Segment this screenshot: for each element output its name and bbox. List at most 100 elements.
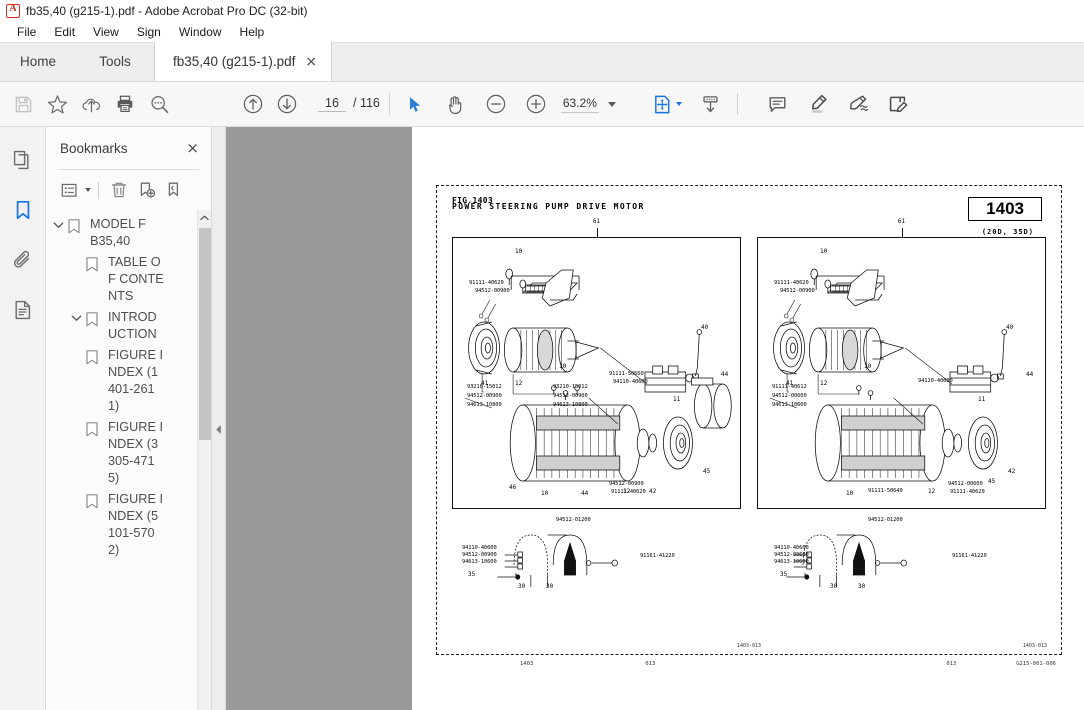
application-body: Bookmarks × MODEL FB35,40 TABLE OF CONTE…	[0, 127, 1084, 710]
part-number: 94110-40600	[613, 379, 648, 385]
menu-file[interactable]: File	[8, 23, 45, 41]
edit-bookmark-icon	[168, 182, 179, 197]
bookmark-icon	[68, 216, 90, 234]
highlight-button[interactable]	[801, 87, 835, 121]
part-number: 94613-10600	[774, 559, 809, 565]
page-footer-fig: 1403	[520, 661, 534, 667]
find-button[interactable]	[142, 87, 176, 121]
nav-attachments[interactable]	[6, 243, 40, 277]
bookmark-delete-button[interactable]	[106, 177, 132, 203]
bookmark-item-model[interactable]: MODEL FB35,40	[46, 214, 211, 252]
comment-button[interactable]	[761, 87, 795, 121]
trash-icon	[111, 182, 127, 198]
bookmarks-panel-title: Bookmarks	[60, 140, 128, 156]
bookmark-options-chevron-down-icon[interactable]	[85, 188, 91, 192]
item-callout: 11	[673, 396, 681, 403]
bookmarks-panel-header: Bookmarks ×	[46, 127, 211, 169]
add-favorite-button[interactable]	[40, 87, 74, 121]
figure-applicability: (20D, 35D)	[981, 228, 1034, 236]
close-icon[interactable]: ×	[186, 140, 199, 156]
scroll-mode-button[interactable]	[694, 87, 728, 121]
fill-and-sign-button[interactable]	[841, 87, 875, 121]
hand-tool-button[interactable]	[439, 87, 473, 121]
bookmark-icon	[86, 347, 108, 365]
tab-document[interactable]: fb35,40 (g215-1).pdf ×	[154, 42, 333, 81]
bookmark-label: FIGURE INDEX (3305-4715)	[108, 420, 163, 485]
save-to-cloud-button[interactable]	[74, 87, 108, 121]
part-number: 94512-01200	[868, 517, 903, 523]
exploded-view-left: 61 91111-40620 94512-00900 93210-15012 9…	[452, 218, 741, 509]
print-button[interactable]	[108, 87, 142, 121]
next-page-button[interactable]	[270, 87, 304, 121]
item-callout: 12	[623, 488, 631, 495]
bookmark-options-button[interactable]	[56, 177, 82, 203]
menu-view[interactable]: View	[84, 23, 128, 41]
bookmark-edit-button[interactable]	[162, 177, 188, 203]
drawing-ref-right: 1403-013	[1022, 643, 1047, 649]
bookmarks-scrollbar[interactable]	[197, 210, 211, 710]
bookmarks-scrollbar-thumb[interactable]	[199, 228, 211, 440]
request-signature-button[interactable]	[881, 87, 915, 121]
menu-window[interactable]: Window	[170, 23, 231, 41]
tab-document-label: fb35,40 (g215-1).pdf	[173, 54, 296, 69]
save-button[interactable]	[6, 87, 40, 121]
bookmark-item-table-of-contents[interactable]: TABLE OF CONTENTS	[46, 252, 211, 307]
item-callout: 12	[820, 380, 828, 387]
part-number: 91161-41220	[952, 553, 987, 559]
chevron-down-icon[interactable]	[66, 309, 86, 322]
zoom-out-button[interactable]	[479, 87, 513, 121]
window-title: fb35,40 (g215-1).pdf - Adobe Acrobat Pro…	[26, 4, 308, 18]
zoom-control: 63.2%	[560, 96, 616, 113]
exploded-view-panels: 61 91111-40620 94512-00900 93210-15012 9…	[444, 218, 1054, 509]
bookmark-label: MODEL FB35,40	[90, 217, 146, 248]
nav-bookmarks[interactable]	[6, 193, 40, 227]
acrobat-logo-icon	[6, 3, 20, 18]
tab-home[interactable]: Home	[0, 42, 76, 81]
print-icon	[117, 95, 133, 112]
part-number: 94110-40600	[918, 378, 953, 384]
document-viewer[interactable]: FIG.1403 POWER STEERING PUMP DRIVE MOTOR…	[226, 127, 1084, 710]
bookmark-item-introduction[interactable]: INTRODUCTION	[46, 307, 211, 345]
part-number: 93210-15012	[553, 384, 588, 390]
zoom-in-button[interactable]	[519, 87, 553, 121]
page-footer: 1403 013 013 G215-001-006	[436, 661, 1062, 667]
part-number: 94512-00900	[553, 393, 588, 399]
bookmark-item-figure-index-3305-4715[interactable]: FIGURE INDEX (3305-4715)	[46, 417, 211, 489]
part-number: 91111-40620	[950, 489, 985, 495]
page-footer-sheet-2: 013	[946, 661, 957, 667]
fit-page-chevron-down-icon[interactable]	[675, 102, 682, 106]
menu-sign[interactable]: Sign	[128, 23, 170, 41]
part-number: 94613-10600	[462, 559, 497, 565]
lower-assembly-drawing	[497, 534, 907, 587]
panel-top-callout: 61	[897, 218, 906, 225]
tab-tools[interactable]: Tools	[76, 42, 154, 81]
drawing-ref-left: 1403-013	[736, 643, 762, 649]
collapse-panel-handle[interactable]	[212, 127, 226, 710]
zoom-level-value[interactable]: 63.2%	[560, 96, 599, 113]
figure-description: POWER STEERING PUMP DRIVE MOTOR	[452, 202, 645, 211]
page-footer-catalog: G215-001-006	[1016, 661, 1056, 667]
bookmark-item-figure-index-5101-5702[interactable]: FIGURE INDEX (5101-5702)	[46, 489, 211, 561]
nav-content[interactable]	[6, 293, 40, 327]
page-number-input[interactable]	[318, 96, 346, 112]
chevron-down-icon[interactable]	[607, 101, 616, 107]
menu-help[interactable]: Help	[231, 23, 274, 41]
chevron-down-icon[interactable]	[48, 216, 68, 229]
part-number: 91111-50660	[609, 371, 644, 377]
select-tool-button[interactable]	[399, 87, 433, 121]
menu-edit[interactable]: Edit	[45, 23, 84, 41]
chevron-up-icon[interactable]	[198, 210, 211, 226]
bookmark-item-figure-index-1401-2611[interactable]: FIGURE INDEX (1401-2611)	[46, 345, 211, 417]
nav-page-thumbnails[interactable]	[6, 143, 40, 177]
part-number: 91111-40620	[774, 280, 809, 286]
part-number: 94512-00600	[774, 552, 809, 558]
page-total-label: / 116	[353, 96, 380, 110]
page-footer-sheet: 013	[645, 661, 656, 667]
fit-page-button[interactable]	[646, 87, 680, 121]
close-icon[interactable]: ×	[305, 55, 317, 69]
item-callout: 30	[546, 583, 554, 590]
previous-page-button[interactable]	[236, 87, 270, 121]
bookmark-new-button[interactable]	[134, 177, 160, 203]
request-signature-icon	[889, 96, 908, 113]
chevron-left-icon	[216, 425, 221, 434]
